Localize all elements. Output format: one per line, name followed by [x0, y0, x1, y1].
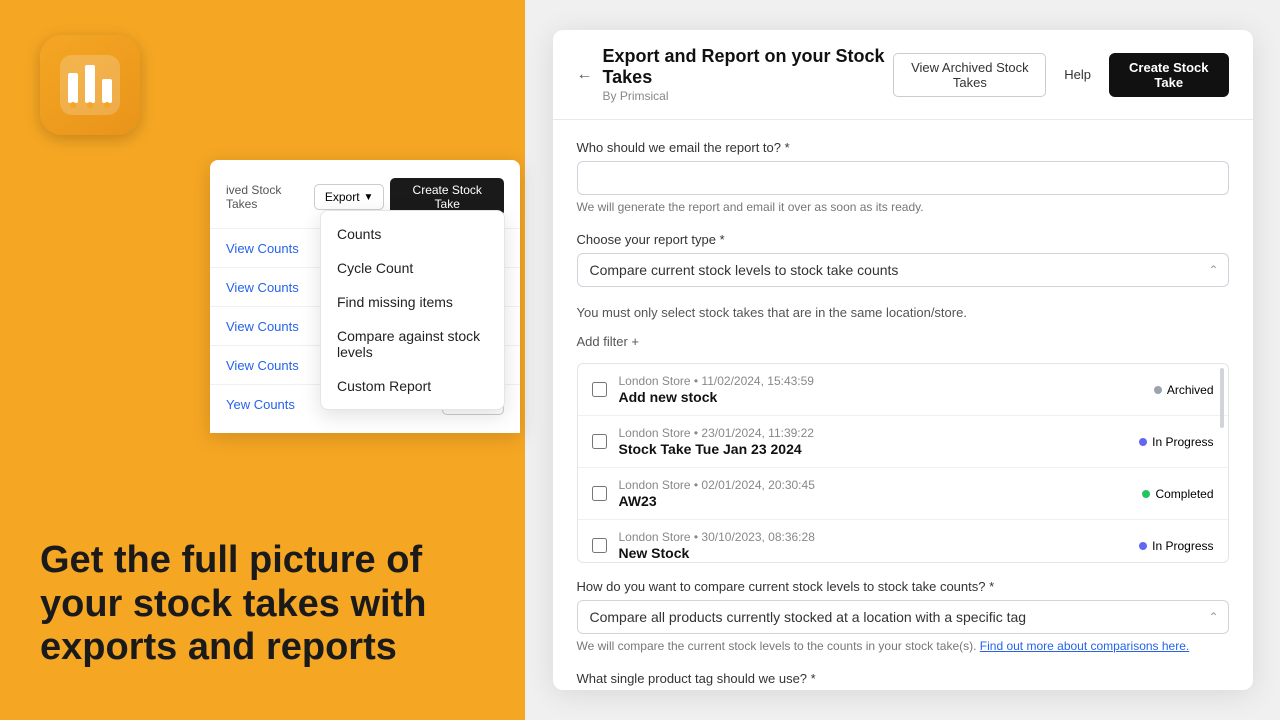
- stock-take-info-2: London Store • 23/01/2024, 11:39:22 Stoc…: [619, 426, 1128, 457]
- stock-take-checkbox-1[interactable]: [592, 382, 607, 397]
- report-type-select-wrapper: Compare current stock levels to stock ta…: [577, 253, 1229, 287]
- stock-take-status-3: Completed: [1142, 487, 1213, 501]
- stock-take-checkbox-3[interactable]: [592, 486, 607, 501]
- stock-takes-scroll[interactable]: London Store • 11/02/2024, 15:43:59 Add …: [578, 364, 1228, 563]
- modal-header: ← Export and Report on your Stock Takes …: [553, 30, 1253, 120]
- modal-title-block: Export and Report on your Stock Takes By…: [603, 46, 894, 103]
- view-counts-link-5[interactable]: Yew Counts: [226, 397, 295, 412]
- status-text-4: In Progress: [1152, 539, 1213, 553]
- help-button[interactable]: Help: [1056, 61, 1099, 88]
- stock-take-meta-1: London Store • 11/02/2024, 15:43:59: [619, 374, 1142, 388]
- left-panel: ived Stock Takes Export ▼ Create Stock T…: [0, 0, 525, 720]
- app-logo: [40, 35, 140, 135]
- find-out-more-link[interactable]: Find out more about comparisons here.: [980, 639, 1189, 653]
- export-button[interactable]: Export ▼: [314, 184, 385, 210]
- report-type-label: Choose your report type *: [577, 232, 1229, 247]
- email-input[interactable]: [577, 161, 1229, 195]
- modal-subtitle: By Primsical: [603, 89, 894, 103]
- status-dot-in-progress-icon: [1139, 438, 1147, 446]
- view-counts-link-4[interactable]: View Counts: [226, 358, 299, 373]
- status-text-1: Archived: [1167, 383, 1214, 397]
- view-counts-link-2[interactable]: View Counts: [226, 280, 299, 295]
- view-counts-link-3[interactable]: View Counts: [226, 319, 299, 334]
- product-tag-label: What single product tag should we use? *: [577, 671, 1229, 686]
- status-dot-completed-icon: [1142, 490, 1150, 498]
- modal-title: Export and Report on your Stock Takes: [603, 46, 894, 88]
- comparison-select-wrapper: Compare all products currently stocked a…: [577, 600, 1229, 634]
- right-panel: ← Export and Report on your Stock Takes …: [525, 0, 1280, 720]
- stock-take-info-3: London Store • 02/01/2024, 20:30:45 AW23: [619, 478, 1131, 509]
- stock-take-status-4: In Progress: [1139, 539, 1213, 553]
- dropdown-cycle-count[interactable]: Cycle Count: [321, 251, 504, 285]
- export-report-modal: ← Export and Report on your Stock Takes …: [553, 30, 1253, 690]
- stock-take-meta-3: London Store • 02/01/2024, 20:30:45: [619, 478, 1131, 492]
- dropdown-compare-stock[interactable]: Compare against stock levels: [321, 319, 504, 369]
- view-counts-link-1[interactable]: View Counts: [226, 241, 299, 256]
- status-dot-in-progress-2-icon: [1139, 542, 1147, 550]
- stock-take-info-4: London Store • 30/10/2023, 08:36:28 New …: [619, 530, 1128, 561]
- stock-take-item-4: London Store • 30/10/2023, 08:36:28 New …: [578, 520, 1228, 563]
- scroll-indicator: [1220, 368, 1224, 428]
- stock-take-name-4: New Stock: [619, 545, 1128, 561]
- dropdown-find-missing[interactable]: Find missing items: [321, 285, 504, 319]
- product-tag-form-group: What single product tag should we use? *: [577, 671, 1229, 690]
- stock-take-status-2: In Progress: [1139, 435, 1213, 449]
- stock-take-item-1: London Store • 11/02/2024, 15:43:59 Add …: [578, 364, 1228, 416]
- stock-takes-list: London Store • 11/02/2024, 15:43:59 Add …: [577, 363, 1229, 563]
- comparison-label: How do you want to compare current stock…: [577, 579, 1229, 594]
- chevron-down-icon: ▼: [364, 192, 374, 203]
- stock-take-item-3: London Store • 02/01/2024, 20:30:45 AW23…: [578, 468, 1228, 520]
- export-dropdown-menu: Counts Cycle Count Find missing items Co…: [320, 210, 505, 410]
- stock-take-name-3: AW23: [619, 493, 1131, 509]
- export-label: Export: [325, 190, 360, 204]
- stock-take-meta-4: London Store • 30/10/2023, 08:36:28: [619, 530, 1128, 544]
- comparison-select[interactable]: Compare all products currently stocked a…: [577, 600, 1229, 634]
- email-label: Who should we email the report to? *: [577, 140, 1229, 155]
- location-note: You must only select stock takes that ar…: [577, 305, 1229, 320]
- modal-header-actions: View Archived Stock Takes Help Create St…: [893, 53, 1228, 97]
- status-text-3: Completed: [1155, 487, 1213, 501]
- status-dot-archived-icon: [1154, 386, 1162, 394]
- modal-title-group: ← Export and Report on your Stock Takes …: [577, 46, 894, 103]
- stock-take-checkbox-4[interactable]: [592, 538, 607, 553]
- stock-take-meta-2: London Store • 23/01/2024, 11:39:22: [619, 426, 1128, 440]
- stock-take-checkbox-2[interactable]: [592, 434, 607, 449]
- create-stock-take-header-button[interactable]: Create Stock Take: [1109, 53, 1228, 97]
- back-arrow-icon[interactable]: ←: [577, 66, 593, 84]
- tagline: Get the full picture of your stock takes…: [40, 539, 495, 670]
- stock-take-status-1: Archived: [1154, 383, 1214, 397]
- status-text-2: In Progress: [1152, 435, 1213, 449]
- stock-take-name-1: Add new stock: [619, 389, 1142, 405]
- dropdown-counts[interactable]: Counts: [321, 217, 504, 251]
- dropdown-custom-report[interactable]: Custom Report: [321, 369, 504, 403]
- modal-body: Who should we email the report to? * We …: [553, 120, 1253, 690]
- comparison-hint: We will compare the current stock levels…: [577, 639, 1229, 653]
- view-archived-stock-takes-button[interactable]: View Archived Stock Takes: [893, 53, 1046, 97]
- archived-stock-takes-label: ived Stock Takes: [226, 183, 314, 211]
- email-form-group: Who should we email the report to? * We …: [577, 140, 1229, 214]
- stock-take-info-1: London Store • 11/02/2024, 15:43:59 Add …: [619, 374, 1142, 405]
- comparison-form-group: How do you want to compare current stock…: [577, 579, 1229, 653]
- add-filter-button[interactable]: Add filter +: [577, 330, 640, 353]
- report-type-select[interactable]: Compare current stock levels to stock ta…: [577, 253, 1229, 287]
- stock-take-item-2: London Store • 23/01/2024, 11:39:22 Stoc…: [578, 416, 1228, 468]
- stock-take-name-2: Stock Take Tue Jan 23 2024: [619, 441, 1128, 457]
- email-hint: We will generate the report and email it…: [577, 200, 1229, 214]
- report-type-form-group: Choose your report type * Compare curren…: [577, 232, 1229, 287]
